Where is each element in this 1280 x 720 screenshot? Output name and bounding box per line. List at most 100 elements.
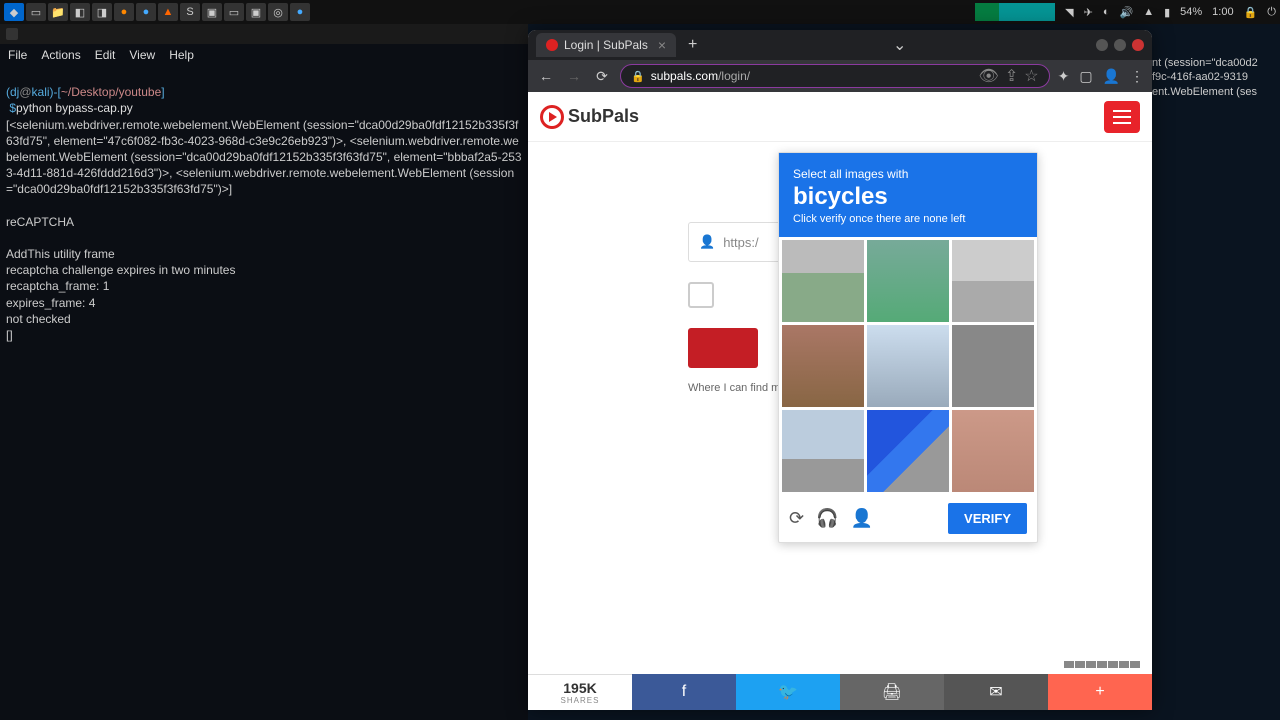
battery-text: 54% bbox=[1180, 6, 1202, 18]
captcha-footer: ⟳ 🎧 👤 VERIFY bbox=[779, 495, 1037, 542]
share-facebook-button[interactable]: f bbox=[632, 674, 736, 710]
maximize-button[interactable] bbox=[1114, 39, 1126, 51]
app-icon[interactable]: ▲ bbox=[158, 3, 178, 21]
browser-tab[interactable]: Login | SubPals × bbox=[536, 33, 676, 57]
toolbar-icons: ✦ ▢ 👤 ⋮ bbox=[1058, 68, 1144, 85]
menu-help[interactable]: Help bbox=[169, 48, 194, 62]
share-icon[interactable]: ⇪ bbox=[1005, 66, 1018, 86]
prompt-host: kali bbox=[32, 85, 50, 99]
prompt-user: dj bbox=[10, 85, 19, 99]
verify-button[interactable]: VERIFY bbox=[948, 503, 1027, 534]
app-icon[interactable]: ◧ bbox=[70, 3, 90, 21]
tab-favicon-icon bbox=[546, 39, 558, 51]
notification-icon[interactable]: ▲ bbox=[1143, 6, 1154, 18]
menu-view[interactable]: View bbox=[129, 48, 155, 62]
terminal-titlebar[interactable] bbox=[0, 24, 528, 44]
share-count: 195K SHARES bbox=[528, 674, 632, 710]
menu-actions[interactable]: Actions bbox=[41, 48, 80, 62]
address-bar[interactable]: 🔒 subpals.com/login/ 👁 ⇪ ☆ bbox=[620, 64, 1050, 88]
terminal-body[interactable]: (dj@kali)-[~/Desktop/youtube] $python by… bbox=[0, 66, 528, 361]
captcha-tile[interactable] bbox=[782, 325, 864, 407]
hamburger-menu-button[interactable] bbox=[1104, 101, 1140, 133]
lock-icon[interactable]: 🔒 bbox=[1244, 6, 1258, 19]
captcha-tile[interactable] bbox=[867, 410, 949, 492]
tab-dropdown-icon[interactable]: ⌄ bbox=[893, 35, 906, 55]
browser-titlebar[interactable]: Login | SubPals × + ⌄ bbox=[528, 30, 1152, 60]
terminal-output: [<selenium.webdriver.remote.webelement.W… bbox=[6, 118, 522, 197]
share-number: 195K bbox=[563, 680, 596, 696]
browser-toolbar: ← → ⟳ 🔒 subpals.com/login/ 👁 ⇪ ☆ ✦ ▢ 👤 ⋮ bbox=[528, 60, 1152, 92]
share-print-button[interactable]: 🖨 bbox=[840, 674, 944, 710]
captcha-audio-icon[interactable]: 🎧 bbox=[816, 508, 838, 529]
menu-icon[interactable]: ⋮ bbox=[1130, 68, 1144, 85]
captcha-info-icon[interactable]: 👤 bbox=[851, 508, 873, 529]
eye-icon[interactable]: 👁 bbox=[979, 66, 999, 86]
captcha-tile[interactable] bbox=[952, 410, 1034, 492]
back-button[interactable]: ← bbox=[536, 68, 556, 84]
terminal-output: recaptcha challenge expires in two minut… bbox=[6, 263, 235, 277]
battery-icon[interactable]: ▮ bbox=[1164, 6, 1170, 19]
login-button[interactable] bbox=[688, 328, 758, 368]
page-content: SubPals 👤 https:/ Where I can find m Sel… bbox=[528, 92, 1152, 710]
recaptcha-challenge: Select all images with bicycles Click ve… bbox=[778, 152, 1038, 543]
tab-close-icon[interactable]: × bbox=[658, 37, 666, 53]
user-icon: 👤 bbox=[699, 234, 715, 250]
panel-icon[interactable]: ▢ bbox=[1079, 68, 1092, 85]
share-email-button[interactable]: ✉ bbox=[944, 674, 1048, 710]
bookmark-icon[interactable]: ☆ bbox=[1024, 66, 1038, 86]
terminal-window[interactable]: File Actions Edit View Help (dj@kali)-[~… bbox=[0, 24, 528, 720]
recaptcha-checkbox[interactable] bbox=[688, 282, 714, 308]
app-icon[interactable]: ▭ bbox=[26, 3, 46, 21]
terminal-icon[interactable]: ▣ bbox=[246, 3, 266, 21]
app-icon[interactable]: S bbox=[180, 3, 200, 21]
share-label: SHARES bbox=[561, 696, 600, 705]
taskbar-apps: ◆ ▭ 📁 ◧ ◨ ● ● ▲ S ▣ ▭ ▣ ◎ ● bbox=[4, 3, 310, 21]
captcha-reload-icon[interactable]: ⟳ bbox=[789, 508, 804, 529]
chrome-icon[interactable]: ● bbox=[136, 3, 156, 21]
menu-edit[interactable]: Edit bbox=[95, 48, 116, 62]
captcha-tile[interactable] bbox=[952, 325, 1034, 407]
captcha-instruction: Select all images with bbox=[793, 167, 1023, 181]
audio-visualizer-icon bbox=[975, 3, 1055, 21]
app-icon[interactable]: ◎ bbox=[268, 3, 288, 21]
menu-icon[interactable]: ◆ bbox=[4, 3, 24, 21]
site-logo[interactable]: SubPals bbox=[540, 105, 639, 129]
url-path: /login/ bbox=[718, 69, 750, 83]
extensions-icon[interactable]: ✦ bbox=[1058, 68, 1070, 85]
files-icon[interactable]: 📁 bbox=[48, 3, 68, 21]
share-twitter-button[interactable]: 🐦 bbox=[736, 674, 840, 710]
profile-icon[interactable]: 👤 bbox=[1103, 68, 1120, 85]
tab-title: Login | SubPals bbox=[564, 38, 648, 52]
terminal-command: python bypass-cap.py bbox=[16, 101, 133, 115]
close-button[interactable] bbox=[1132, 39, 1144, 51]
new-tab-button[interactable]: + bbox=[682, 36, 703, 54]
power-icon[interactable]: ⏻ bbox=[1267, 6, 1276, 19]
app-icon[interactable]: ◨ bbox=[92, 3, 112, 21]
captcha-tile[interactable] bbox=[867, 325, 949, 407]
lock-icon[interactable]: 🔒 bbox=[631, 70, 645, 83]
wifi-icon[interactable]: ◥ bbox=[1065, 6, 1073, 19]
tray-icon[interactable]: ◐ bbox=[1103, 6, 1110, 18]
chrome-icon[interactable]: ● bbox=[290, 3, 310, 21]
clock[interactable]: 1:00 bbox=[1212, 6, 1233, 18]
site-header: SubPals bbox=[528, 92, 1152, 142]
volume-icon[interactable]: 🔊 bbox=[1119, 6, 1133, 19]
captcha-tile[interactable] bbox=[952, 240, 1034, 322]
captcha-tile[interactable] bbox=[782, 240, 864, 322]
terminal-menubar: File Actions Edit View Help bbox=[0, 44, 528, 66]
telegram-icon[interactable]: ✈ bbox=[1084, 6, 1093, 19]
app-icon[interactable]: ▭ bbox=[224, 3, 244, 21]
menu-file[interactable]: File bbox=[8, 48, 27, 62]
share-more-button[interactable]: + bbox=[1048, 674, 1152, 710]
reload-button[interactable]: ⟳ bbox=[592, 68, 612, 85]
firefox-icon[interactable]: ● bbox=[114, 3, 134, 21]
language-flags[interactable] bbox=[1064, 661, 1140, 668]
terminal-icon[interactable]: ▣ bbox=[202, 3, 222, 21]
captcha-tile[interactable] bbox=[867, 240, 949, 322]
terminal-output: recaptcha_frame: 1 bbox=[6, 279, 109, 293]
captcha-tile[interactable] bbox=[782, 410, 864, 492]
share-bar: 195K SHARES f 🐦 🖨 ✉ + bbox=[528, 674, 1152, 710]
minimize-button[interactable] bbox=[1096, 39, 1108, 51]
forward-button[interactable]: → bbox=[564, 68, 584, 84]
terminal-output: reCAPTCHA bbox=[6, 215, 74, 229]
